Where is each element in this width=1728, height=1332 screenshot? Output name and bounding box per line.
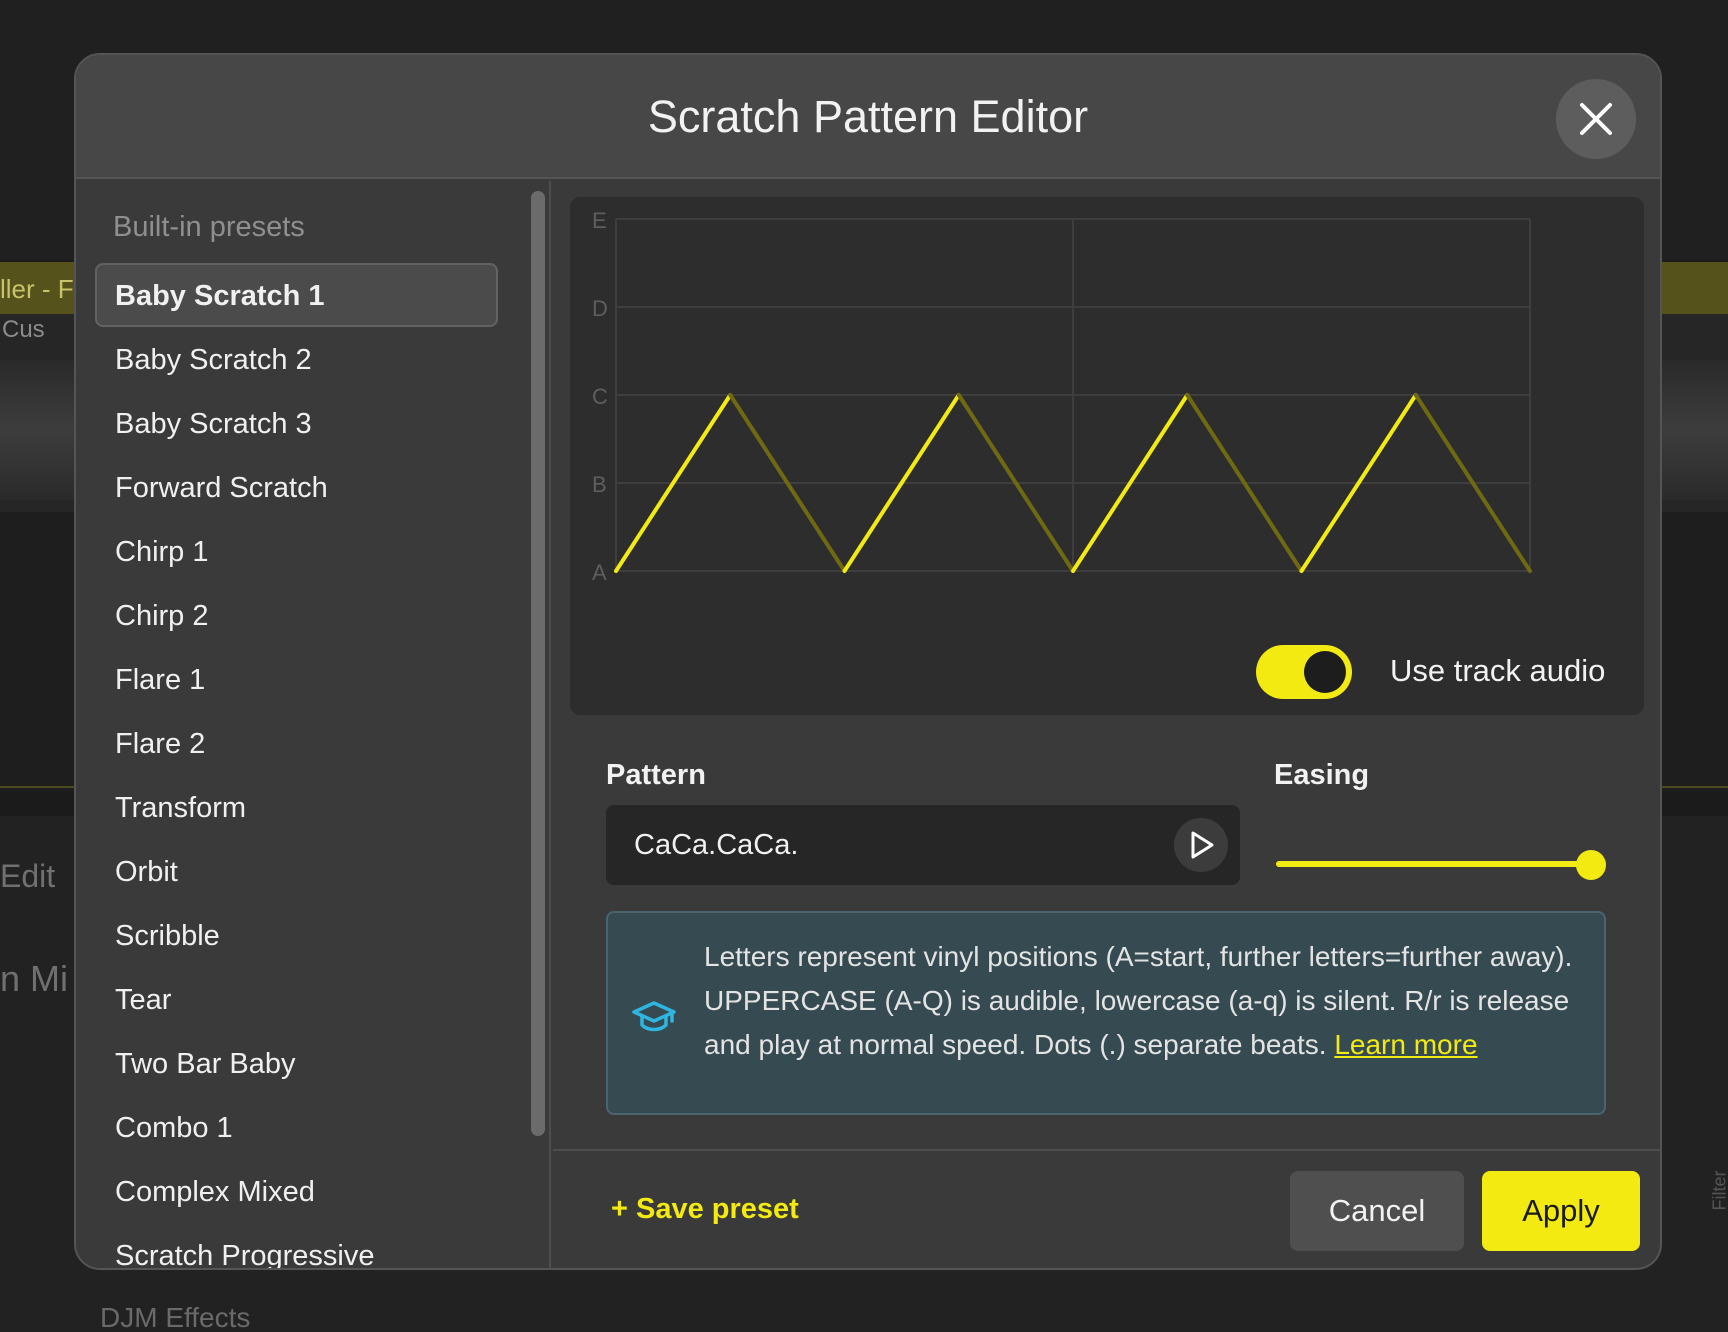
graduation-cap-icon [632, 1001, 676, 1032]
presets-heading: Built-in presets [113, 211, 305, 243]
play-icon [1191, 831, 1214, 859]
easing-label: Easing [1274, 759, 1370, 791]
graph-y-label: A [592, 560, 607, 585]
footer-divider [553, 1149, 1660, 1151]
apply-button[interactable]: Apply [1482, 1171, 1640, 1251]
preset-item[interactable]: Complex Mixed [95, 1159, 498, 1223]
preset-item[interactable]: Chirp 2 [95, 583, 498, 647]
graph-y-label: C [592, 384, 608, 409]
cancel-button[interactable]: Cancel [1290, 1171, 1464, 1251]
preset-item[interactable]: Forward Scratch [95, 455, 498, 519]
preset-item[interactable]: Transform [95, 775, 498, 839]
preset-item[interactable]: Two Bar Baby [95, 1031, 498, 1095]
use-track-audio-toggle[interactable] [1256, 645, 1352, 699]
close-icon [1580, 103, 1612, 135]
info-panel: Letters represent vinyl positions (A=sta… [606, 911, 1606, 1115]
scratch-pattern-dialog: Scratch Pattern Editor Built-in presets … [74, 53, 1662, 1270]
easing-slider-thumb[interactable] [1576, 850, 1606, 880]
preset-item[interactable]: Chirp 1 [95, 519, 498, 583]
pattern-label: Pattern [606, 759, 706, 791]
background-edit-label: Edit [0, 858, 56, 894]
graph-y-label: B [592, 472, 607, 497]
info-text: Letters represent vinyl positions (A=sta… [704, 935, 1584, 1067]
background-deck-label: ller - F [0, 274, 74, 304]
easing-slider-track [1276, 861, 1606, 867]
dialog-title: Scratch Pattern Editor [647, 91, 1089, 142]
pattern-input[interactable] [606, 805, 1166, 885]
pattern-graph-panel: E D C B A Use track audio [570, 197, 1644, 715]
graph-y-label: D [592, 296, 608, 321]
preset-item[interactable]: Orbit [95, 839, 498, 903]
background-effects-label: DJM Effects [100, 1302, 251, 1332]
toggle-knob [1304, 651, 1346, 693]
preset-item[interactable]: Baby Scratch 2 [95, 327, 498, 391]
background-deck-sublabel: Cus [2, 316, 45, 343]
preset-item[interactable]: Scribble [95, 903, 498, 967]
close-button[interactable] [1556, 79, 1636, 159]
preset-item[interactable]: Tear [95, 967, 498, 1031]
background-filter-label: Filter [1709, 1170, 1728, 1211]
use-track-audio-label: Use track audio [1390, 653, 1606, 688]
sidebar-scrollbar[interactable] [531, 191, 545, 1136]
preset-item[interactable]: Scratch Progressive [95, 1223, 498, 1268]
dialog-header: Scratch Pattern Editor [76, 55, 1660, 179]
pattern-graph: E D C B A [592, 208, 1532, 585]
save-preset-button[interactable]: + Save preset [611, 1193, 799, 1226]
pattern-field [606, 805, 1240, 885]
preset-item[interactable]: Baby Scratch 1 [95, 263, 498, 327]
learn-more-link[interactable]: Learn more [1334, 1029, 1477, 1060]
play-pattern-button[interactable] [1174, 818, 1228, 872]
easing-slider[interactable] [1276, 845, 1606, 885]
preset-item[interactable]: Baby Scratch 3 [95, 391, 498, 455]
graph-y-label: E [592, 208, 607, 233]
presets-sidebar: Built-in presets Baby Scratch 1 Baby Scra… [76, 181, 551, 1268]
preset-item[interactable]: Combo 1 [95, 1095, 498, 1159]
preset-item[interactable]: Flare 1 [95, 647, 498, 711]
preset-list: Baby Scratch 1 Baby Scratch 2 Baby Scratch… [95, 263, 498, 1268]
preset-item[interactable]: Flare 2 [95, 711, 498, 775]
background-mix-label: n Mi [0, 958, 69, 999]
